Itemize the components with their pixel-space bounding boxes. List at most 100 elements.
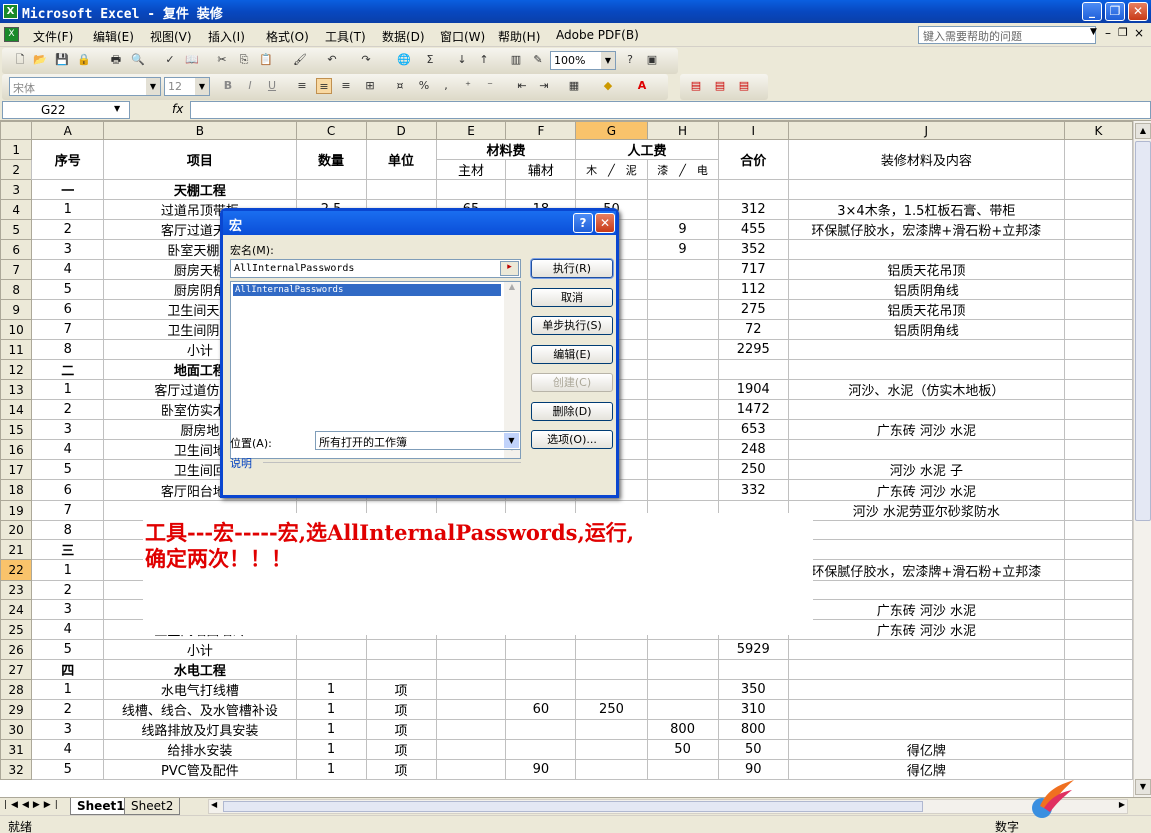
row-header[interactable]: 10 <box>0 319 33 340</box>
cell[interactable]: 60 <box>505 699 577 720</box>
cell[interactable] <box>1063 639 1133 660</box>
spelling-icon[interactable]: ✓ <box>162 52 178 68</box>
cell[interactable]: 线路排放及灯具安装 <box>103 719 297 740</box>
currency-icon[interactable]: ¤ <box>392 78 408 94</box>
cell[interactable] <box>646 439 719 460</box>
borders-icon[interactable]: ▦ <box>566 78 582 94</box>
save-icon[interactable]: 💾 <box>54 52 70 68</box>
cell[interactable] <box>1063 399 1133 420</box>
menu-edit[interactable]: 编辑(E) <box>93 28 134 45</box>
cell[interactable]: 4 <box>31 439 105 460</box>
row-header[interactable]: 16 <box>0 439 33 460</box>
menu-view[interactable]: 视图(V) <box>150 28 192 45</box>
cell[interactable] <box>1063 459 1133 480</box>
comma-icon[interactable]: , <box>438 78 454 94</box>
permission-icon[interactable]: 🔒 <box>76 52 92 68</box>
vertical-scrollbar[interactable]: ▲ ▼ <box>1133 121 1151 797</box>
header-paint-elec[interactable]: 漆 ╱ 电 <box>646 159 719 180</box>
research-icon[interactable]: 📖 <box>184 52 200 68</box>
cell[interactable]: 5 <box>31 279 105 300</box>
header-material[interactable]: 材料费 <box>435 139 577 160</box>
cell[interactable] <box>646 679 719 700</box>
cell[interactable]: 5 <box>31 759 105 780</box>
cell[interactable] <box>435 659 507 680</box>
edit-button[interactable]: 编辑(E) <box>531 345 613 364</box>
cell[interactable]: 5 <box>31 459 105 480</box>
align-center-icon[interactable]: ≡ <box>316 78 332 94</box>
cell[interactable]: 3 <box>31 239 105 260</box>
cell[interactable]: 50 <box>717 739 789 760</box>
select-all-corner[interactable] <box>0 121 33 140</box>
cell[interactable] <box>435 739 507 760</box>
cell[interactable]: 得亿牌 <box>787 759 1065 780</box>
open-icon[interactable]: 📂 <box>32 52 48 68</box>
cell[interactable]: 1 <box>31 379 105 400</box>
cell[interactable] <box>1063 759 1133 780</box>
formula-input[interactable] <box>190 101 1151 119</box>
row-header[interactable]: 15 <box>0 419 33 440</box>
cell[interactable] <box>575 659 648 680</box>
cell[interactable]: 7 <box>31 319 105 340</box>
decrease-indent-icon[interactable]: ⇤ <box>514 78 530 94</box>
help-dropdown-icon[interactable]: ▼ <box>1090 27 1097 37</box>
header-labor[interactable]: 人工费 <box>575 139 719 160</box>
cell[interactable]: 2 <box>31 399 105 420</box>
cell[interactable]: 3 <box>31 419 105 440</box>
cell[interactable]: 广东砖 河沙 水泥 <box>787 479 1065 501</box>
cell[interactable]: 8 <box>31 520 105 540</box>
cell[interactable]: 2 <box>31 580 105 600</box>
header-no[interactable]: 序号 <box>31 139 105 180</box>
cell[interactable]: 1 <box>295 719 367 740</box>
chart-wizard-icon[interactable]: ▥ <box>508 52 524 68</box>
cell[interactable]: 三 <box>31 539 105 560</box>
cell[interactable]: 7 <box>31 500 105 521</box>
cell[interactable] <box>787 359 1065 380</box>
tab-sheet1[interactable]: Sheet1 <box>70 798 132 815</box>
step-into-button[interactable]: 单步执行(S) <box>531 316 613 335</box>
menu-data[interactable]: 数据(D) <box>382 28 425 45</box>
cell[interactable] <box>435 179 507 200</box>
increase-decimal-icon[interactable]: ⁺ <box>460 78 476 94</box>
bold-icon[interactable]: B <box>220 78 236 94</box>
cell[interactable] <box>575 639 648 660</box>
cell[interactable] <box>575 759 648 780</box>
macro-list-item[interactable]: AllInternalPasswords <box>233 284 501 296</box>
options-button[interactable]: 选项(O)... <box>531 430 613 449</box>
cell[interactable] <box>1063 580 1133 600</box>
name-box-dropdown-icon[interactable]: ▼ <box>114 104 120 113</box>
undo-icon[interactable]: ↶ <box>324 52 340 68</box>
row-header[interactable]: 30 <box>0 719 33 740</box>
cell[interactable] <box>717 659 789 680</box>
cell[interactable] <box>505 739 577 760</box>
row-header[interactable]: 27 <box>0 659 33 680</box>
row-header[interactable]: 14 <box>0 399 33 420</box>
cell[interactable] <box>1063 219 1133 240</box>
column-header[interactable]: K <box>1063 121 1133 140</box>
delete-button[interactable]: 删除(D) <box>531 402 613 421</box>
cell[interactable]: 广东砖 河沙 水泥 <box>787 599 1065 620</box>
row-header[interactable]: 13 <box>0 379 33 400</box>
row-header[interactable]: 28 <box>0 679 33 700</box>
cell[interactable] <box>1063 739 1133 760</box>
cell[interactable] <box>787 339 1065 360</box>
cell[interactable] <box>646 359 719 380</box>
cell[interactable]: 铝质阴角线 <box>787 279 1065 300</box>
cell[interactable]: 4 <box>31 739 105 760</box>
row-header[interactable]: 32 <box>0 759 33 780</box>
cell[interactable] <box>646 339 719 360</box>
cell[interactable] <box>1063 599 1133 620</box>
cell[interactable]: 455 <box>717 219 789 240</box>
cell[interactable] <box>787 719 1065 740</box>
sort-asc-icon[interactable]: ↓ <box>454 52 470 68</box>
cell[interactable] <box>1063 719 1133 740</box>
scroll-up-icon[interactable]: ▲ <box>1135 123 1151 139</box>
cell[interactable]: PVC管及配件 <box>103 759 297 780</box>
cell[interactable] <box>505 639 577 660</box>
cell[interactable] <box>646 319 719 340</box>
close-button[interactable]: ✕ <box>1128 2 1148 21</box>
cell[interactable]: 1 <box>31 199 105 220</box>
doc-restore-icon[interactable]: ❐ <box>1118 26 1128 39</box>
cell[interactable]: 1 <box>31 559 105 581</box>
size-dropdown-icon[interactable]: ▼ <box>195 78 209 95</box>
cell[interactable]: 332 <box>717 479 789 501</box>
